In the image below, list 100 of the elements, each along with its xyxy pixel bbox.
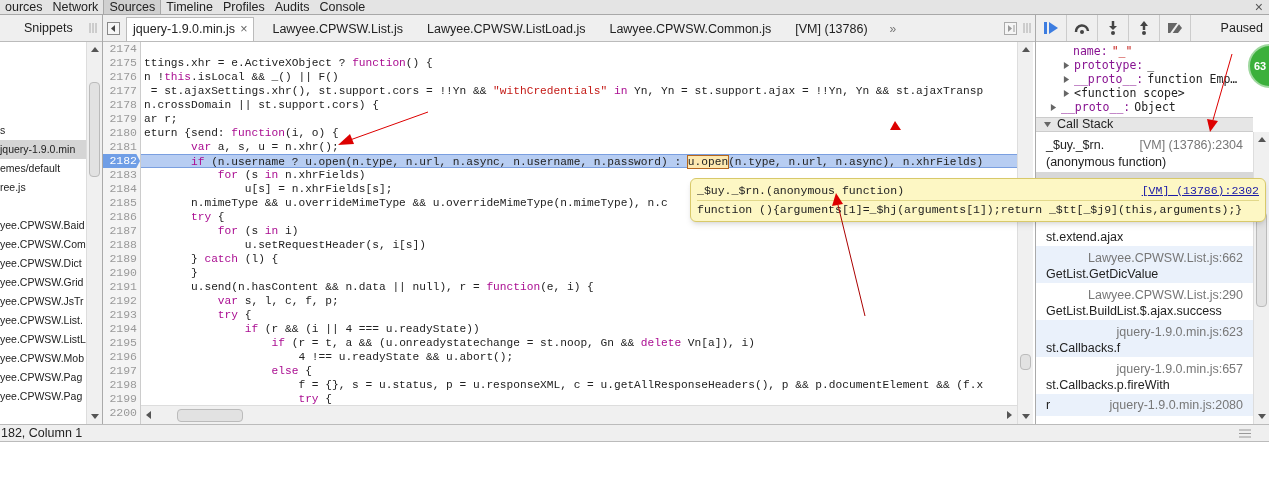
scroll-down-icon[interactable]: [1021, 414, 1030, 420]
expand-triangle-icon[interactable]: [1050, 103, 1057, 111]
grip-icon[interactable]: [1023, 23, 1031, 33]
scroll-left-icon[interactable]: [145, 411, 151, 419]
property-name: name:: [1073, 44, 1108, 58]
line-number: 2177: [108, 84, 138, 98]
file-tab[interactable]: Lawyee.CPWSW.ListLoad.js: [421, 17, 592, 41]
file-tree-item[interactable]: yee.CPWSW.Grid: [0, 273, 86, 292]
code-line: try {: [216, 309, 252, 321]
step-into-icon: [1108, 21, 1118, 35]
line-number: 2185: [108, 196, 138, 210]
file-tab[interactable]: [VM] (13786): [789, 17, 874, 41]
code-line: n !this.isLocal && _() || F(): [144, 71, 339, 83]
code-line: var s, l, c, f, p;: [216, 295, 339, 307]
file-tree-item[interactable]: emes/default: [0, 159, 86, 178]
expand-triangle-icon[interactable]: [1063, 61, 1070, 69]
expand-triangle-icon[interactable]: [1063, 89, 1070, 97]
line-number: 2196: [108, 350, 138, 364]
file-tree-item[interactable]: yee.CPWSW.List.: [0, 311, 86, 330]
step-out-icon: [1139, 21, 1149, 35]
panel-tab[interactable]: Timeline: [161, 0, 218, 14]
code-line: else {: [270, 365, 312, 377]
file-tree-item[interactable]: ree.js: [0, 178, 86, 197]
triangle-mark: [890, 121, 901, 130]
call-stack-row[interactable]: r jquery-1.9.0.min.js:2080: [1036, 394, 1253, 416]
panel-tab[interactable]: Audits: [269, 0, 315, 14]
code-line: u.setRequestHeader(s, i[s]): [243, 239, 426, 251]
debugger-status: Paused: [1220, 19, 1264, 37]
line-number: 2192: [108, 294, 138, 308]
code-line: }: [190, 267, 198, 279]
line-number: 2186: [108, 210, 138, 224]
source-location: jquery-1.9.0.min.js:2080: [1109, 396, 1243, 414]
file-tree-item[interactable]: yee.CPWSW.Dict: [0, 254, 86, 273]
panel-tab[interactable]: Console: [314, 0, 371, 14]
panel-tab[interactable]: Profiles: [218, 0, 270, 14]
file-tree-item[interactable]: s: [0, 121, 86, 140]
collapse-triangle-icon[interactable]: [1044, 121, 1051, 128]
line-number: 2195: [108, 336, 138, 350]
panel-tab[interactable]: ources: [0, 0, 48, 14]
line-number: 2188: [108, 238, 138, 252]
scroll-up-icon[interactable]: [1257, 136, 1266, 142]
code-line: if (r = t, a && (u.onreadystatechange = st.noop, Gn && delete Vn[a]), i): [270, 337, 755, 349]
line-number: 2183: [108, 168, 138, 182]
function-name: st.extend.ajax: [1046, 229, 1124, 244]
file-tree-item[interactable]: yee.CPWSW.Pag: [0, 387, 86, 406]
close-button[interactable]: ×: [1248, 0, 1269, 14]
scrollbar-thumb[interactable]: [177, 408, 243, 422]
function-name: st.Callbacks.f: [1046, 340, 1121, 355]
code-line: ar r;: [144, 113, 178, 125]
file-tab[interactable]: Lawyee.CPWSW.Common.js: [603, 17, 778, 41]
file-tab[interactable]: Lawyee.CPWSW.List.js: [266, 17, 410, 41]
file-tree-item[interactable]: yee.CPWSW.Baid: [0, 216, 86, 235]
panel-tab[interactable]: Sources: [103, 0, 162, 14]
scroll-up-icon[interactable]: [1021, 46, 1030, 52]
code-line: 4 !== u.readyState && u.abort();: [297, 351, 514, 363]
panel-tab[interactable]: Network: [47, 0, 104, 14]
line-number: 2191: [108, 280, 138, 294]
expand-triangle-icon[interactable]: [1063, 75, 1070, 83]
property-name: <function scope>: [1074, 86, 1185, 100]
function-name: GetList.BuildList.$.ajax.success: [1046, 303, 1222, 318]
scroll-down-icon[interactable]: [90, 414, 99, 420]
scroll-up-icon[interactable]: [90, 46, 99, 52]
scrollbar-thumb[interactable]: [89, 82, 100, 177]
file-tree-item[interactable]: yee.CPWSW.Com: [0, 235, 86, 254]
line-number: 2200: [108, 406, 138, 420]
file-tab[interactable]: jquery-1.9.0.min.js ×: [126, 17, 255, 41]
scrollbar-thumb[interactable]: [1020, 354, 1031, 370]
cursor-position: 182, Column 1: [0, 424, 83, 442]
counter-badge: 63: [1248, 44, 1269, 88]
call-stack-header[interactable]: Call Stack: [1036, 117, 1253, 132]
line-number: 2182: [103, 154, 140, 168]
file-tree-item[interactable]: yee.CPWSW.ListL: [0, 330, 86, 349]
line-number: 2193: [108, 308, 138, 322]
grip-icon[interactable]: [89, 23, 97, 33]
code-line: n.crossDomain || st.support.cors) {: [144, 99, 379, 111]
file-tree-item[interactable]: yee.CPWSW.Mob: [0, 349, 86, 368]
line-number: 2178: [108, 98, 138, 112]
scroll-down-icon[interactable]: [1257, 414, 1266, 420]
function-name: (anonymous function): [1046, 154, 1167, 169]
line-number: 2190: [108, 266, 138, 280]
function-name: GetList.GetDicValue: [1046, 266, 1159, 281]
file-tree-item[interactable]: yee.CPWSW.Pag: [0, 368, 86, 387]
file-tree-item[interactable]: yee.CPWSW.JsTr: [0, 292, 86, 311]
file-tree-item[interactable]: jquery-1.9.0.min: [0, 140, 86, 159]
code-line: eturn {send: function(i, o) {: [144, 127, 339, 139]
line-number: 2189: [108, 252, 138, 266]
code-line: u.send(n.hasContent && n.data || null), r = function(e, i) {: [190, 281, 594, 293]
function-name: st.Callbacks.p.fireWith: [1046, 377, 1170, 392]
source-location: Lawyee.CPWSW.List.js:662: [1088, 250, 1243, 265]
code-line: f = {}, s = u.status, p = u.responseXML, c = u.getAllResponseHeaders(), p && p.documentElement && (f.x: [297, 379, 984, 391]
scroll-right-icon[interactable]: [1007, 411, 1013, 419]
source-link[interactable]: [VM] (13786):2302: [1141, 182, 1259, 200]
call-stack-row[interactable]: Lawyee.CPWSW.List.js:662 GetList.GetDicValue: [1036, 246, 1253, 283]
line-number: 2175: [108, 56, 138, 70]
debugger-toggle-icon[interactable]: [1004, 21, 1017, 35]
call-stack-row[interactable]: jquery-1.9.0.min.js:623 st.Callbacks.f: [1036, 320, 1253, 357]
more-tabs-button[interactable]: »: [885, 17, 901, 41]
code-line: try {: [297, 393, 332, 405]
line-number: 2180: [108, 126, 138, 140]
sidebar-toggle-icon[interactable]: [107, 21, 120, 35]
